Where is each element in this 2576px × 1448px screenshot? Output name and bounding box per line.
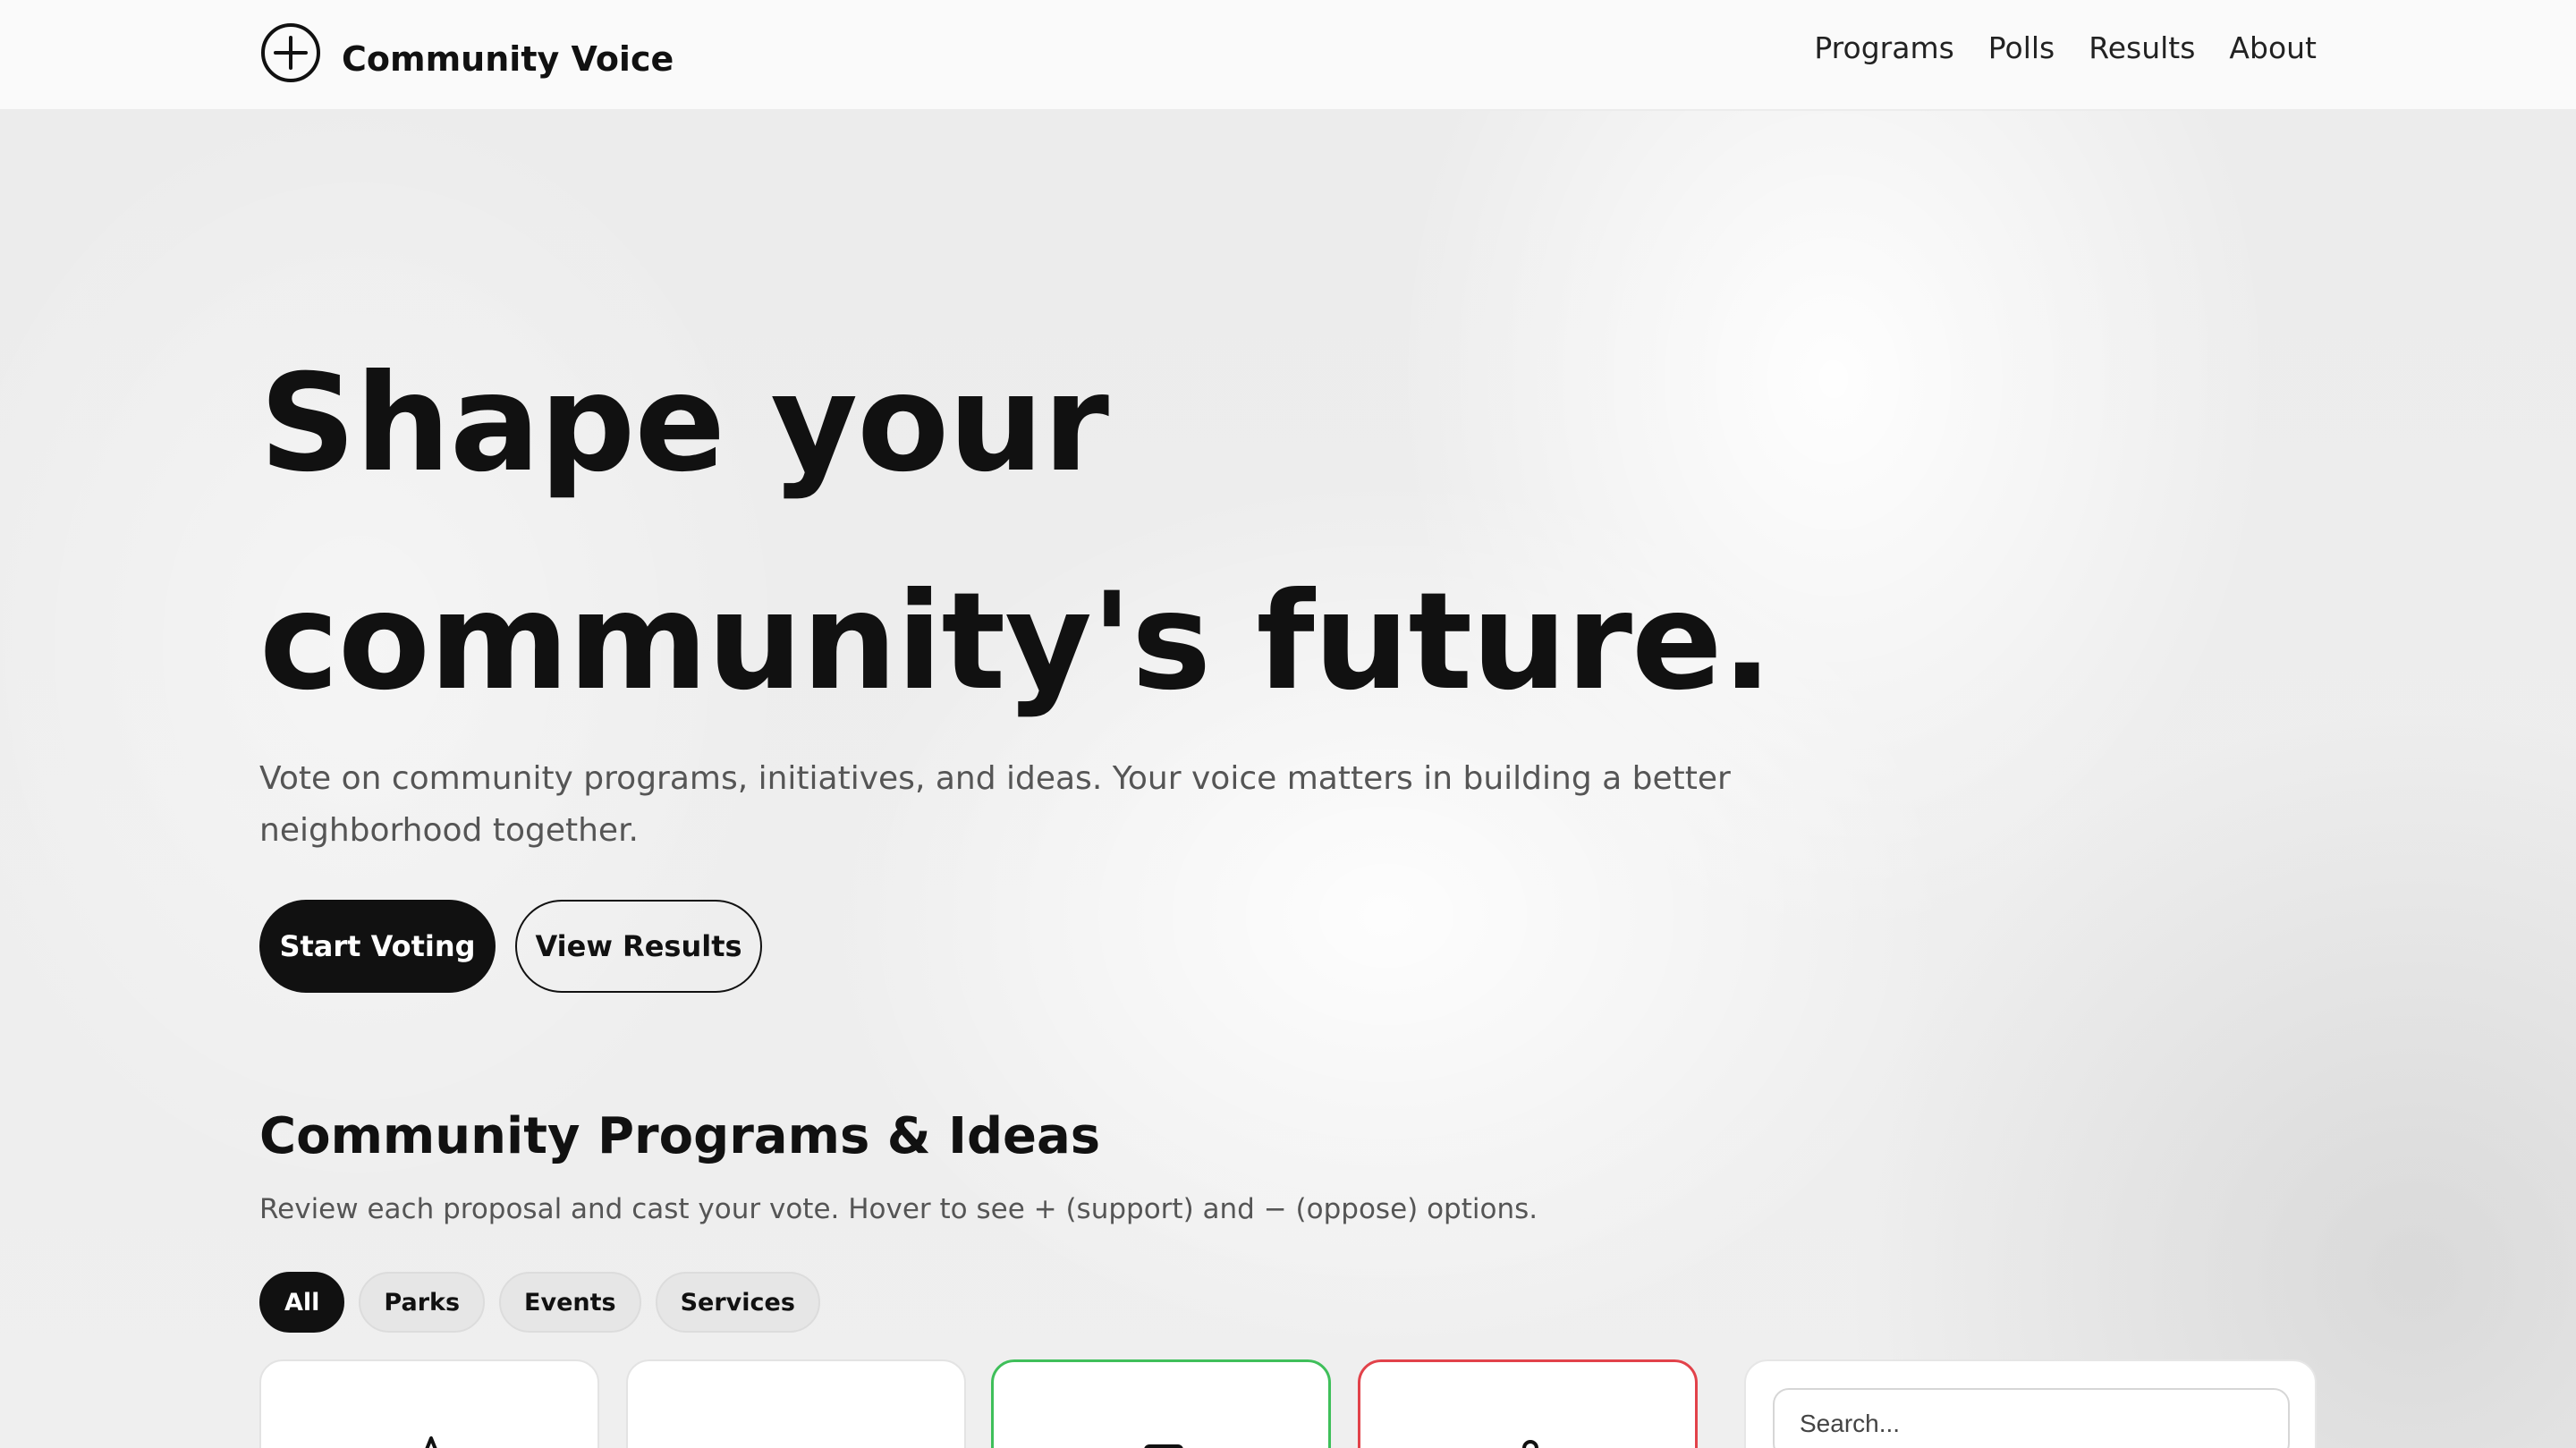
program-card[interactable] <box>626 1359 966 1448</box>
nav-programs[interactable]: Programs <box>1814 30 1953 65</box>
section-title: Community Programs & Ideas <box>259 1107 1101 1165</box>
filter-parks[interactable]: Parks <box>359 1272 486 1333</box>
program-card-opposed[interactable] <box>1358 1359 1698 1448</box>
brand[interactable]: Community Voice <box>259 21 674 84</box>
nav-polls[interactable]: Polls <box>1988 30 2055 65</box>
plus-circle-icon <box>261 23 320 82</box>
sidebar-panel <box>1744 1359 2317 1448</box>
search-input[interactable] <box>1773 1388 2290 1448</box>
section-subtitle: Review each proposal and cast your vote.… <box>259 1193 1538 1225</box>
filter-events[interactable]: Events <box>499 1272 641 1333</box>
start-voting-button[interactable]: Start Voting <box>259 900 496 993</box>
nav-about[interactable]: About <box>2229 30 2317 65</box>
main-content: Shape your community's future. Vote on c… <box>0 0 2576 1448</box>
nav-results[interactable]: Results <box>2089 30 2195 65</box>
card-icon <box>1144 1444 1183 1448</box>
person-icon <box>1522 1440 1538 1448</box>
filter-all[interactable]: All <box>259 1272 345 1333</box>
view-results-button[interactable]: View Results <box>515 900 762 993</box>
hero-title-line-2: community's future. <box>259 564 1773 720</box>
category-filters: All Parks Events Services <box>259 1272 820 1333</box>
hero-title: Shape your community's future. <box>259 315 1773 751</box>
hero-title-line-1: Shape your <box>259 346 1109 502</box>
brand-name: Community Voice <box>342 39 674 79</box>
hero-subtitle: Vote on community programs, initiatives,… <box>259 760 1731 849</box>
tree-icon <box>425 1436 437 1448</box>
filter-services[interactable]: Services <box>655 1272 820 1333</box>
main-nav: Programs Polls Results About <box>1814 30 2317 65</box>
program-card[interactable] <box>259 1359 599 1448</box>
program-card-supported[interactable] <box>991 1359 1331 1448</box>
site-header: Community Voice Programs Polls Results A… <box>0 0 2576 111</box>
